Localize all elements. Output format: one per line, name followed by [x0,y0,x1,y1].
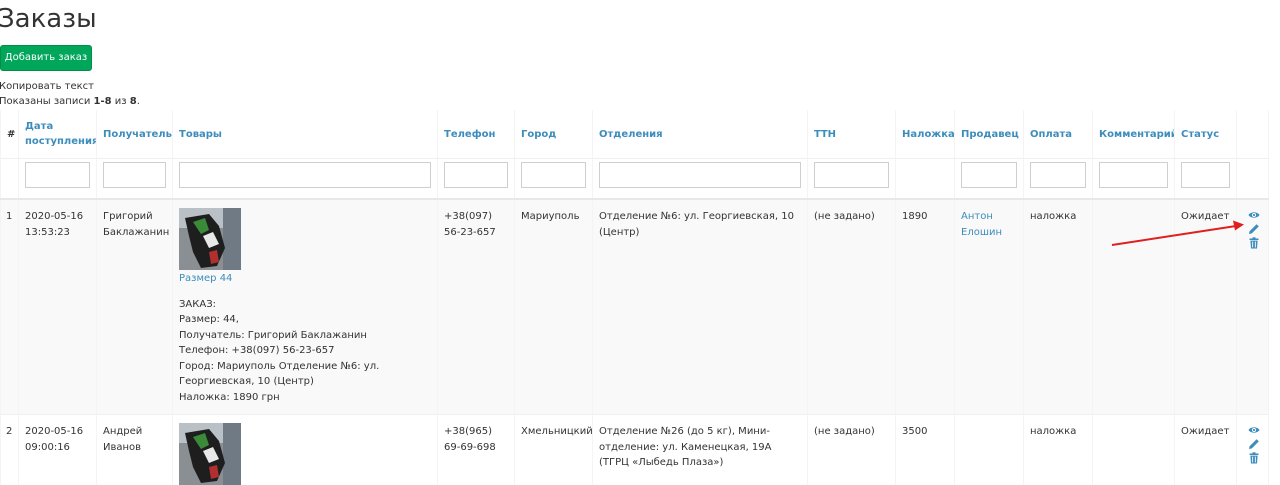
row-actions [1237,415,1269,485]
filter-ttn-input[interactable] [814,162,889,188]
col-status-header[interactable]: Статус [1175,110,1237,159]
row-date: 2020-05-1609:00:16 [19,415,97,485]
row-number: 2 [1,415,19,485]
row-recipient: Андрей Иванов [97,415,173,485]
row-payment: наложка [1024,415,1093,485]
filter-status-input[interactable] [1181,162,1230,188]
row-phone: +38(965) 69-69-698 [438,415,515,485]
row-goods [173,415,438,485]
filter-city-input[interactable] [521,162,586,188]
col-branch-header[interactable]: Отделения [593,110,808,159]
table-row: 1 2020-05-1613:53:23 Григорий Баклажанин… [1,199,1269,415]
col-actions-header [1237,110,1269,159]
row-status: Ожидает [1175,415,1237,485]
row-cod: 3500 [896,415,955,485]
pencil-icon[interactable] [1248,223,1260,235]
row-comment [1093,415,1175,485]
row-seller-link[interactable]: Антон Елошин [961,211,1002,238]
summary-total: 8 [130,96,137,107]
row-cod: 1890 [896,199,955,415]
filter-goods-input[interactable] [179,162,431,188]
col-city-header[interactable]: Город [515,110,593,159]
col-cod-header[interactable]: Наложка [896,110,955,159]
col-recipient-header[interactable]: Получатель [97,110,173,159]
orders-table: # Дата поступления Получатель Товары Тел… [0,110,1269,485]
product-thumbnail[interactable] [179,208,241,270]
col-num-header: # [1,110,19,159]
col-payment-header[interactable]: Оплата [1024,110,1093,159]
row-recipient: Григорий Баклажанин [97,199,173,415]
size-link[interactable]: Размер 44 [179,271,431,287]
eye-icon[interactable] [1248,209,1260,221]
row-branch: Отделение №6: ул. Георгиевская, 10 (Цент… [593,199,808,415]
row-status: Ожидает [1175,199,1237,415]
row-number: 1 [1,199,19,415]
summary-range: 1-8 [94,96,112,107]
pencil-icon[interactable] [1248,438,1260,450]
row-ttn: (не задано) [808,415,896,485]
col-seller-header[interactable]: Продавец [955,110,1024,159]
col-date-header[interactable]: Дата поступления [19,110,97,159]
table-row: 2 2020-05-1609:00:16 Андрей Иванов +38(9… [1,415,1269,485]
product-thumbnail[interactable] [179,423,241,485]
filter-recipient-input[interactable] [103,162,166,188]
row-city: Хмельницкий [515,415,593,485]
row-branch: Отделение №26 (до 5 кг), Мини-отделение:… [593,415,808,485]
filter-seller-input[interactable] [961,162,1017,188]
row-payment: наложка [1024,199,1093,415]
filter-date-input[interactable] [25,162,90,188]
row-ttn: (не задано) [808,199,896,415]
col-ttn-header[interactable]: ТТН [808,110,896,159]
row-city: Мариуполь [515,199,593,415]
page-title: Заказы [0,4,97,34]
records-summary: Показаны записи 1-8 из 8. [0,96,140,107]
filter-payment-input[interactable] [1030,162,1086,188]
row-comment [1093,199,1175,415]
row-actions [1237,199,1269,415]
col-phone-header[interactable]: Телефон [438,110,515,159]
filter-branch-input[interactable] [599,162,801,188]
add-order-button[interactable]: Добавить заказ [0,45,92,71]
filter-phone-input[interactable] [444,162,508,188]
row-seller [955,415,1024,485]
order-summary-text: ЗАКАЗ: Размер: 44, Получатель: Григорий … [179,297,431,406]
trash-icon[interactable] [1248,452,1260,464]
copy-text-link[interactable]: Копировать текст [0,81,94,92]
col-goods-header[interactable]: Товары [173,110,438,159]
row-date: 2020-05-1613:53:23 [19,199,97,415]
filter-comment-input[interactable] [1099,162,1168,188]
col-comment-header[interactable]: Комментарий [1093,110,1175,159]
row-goods: Размер 44 ЗАКАЗ: Размер: 44, Получатель:… [173,199,438,415]
row-phone: +38(097) 56-23-657 [438,199,515,415]
trash-icon[interactable] [1248,237,1260,249]
eye-icon[interactable] [1248,424,1260,436]
